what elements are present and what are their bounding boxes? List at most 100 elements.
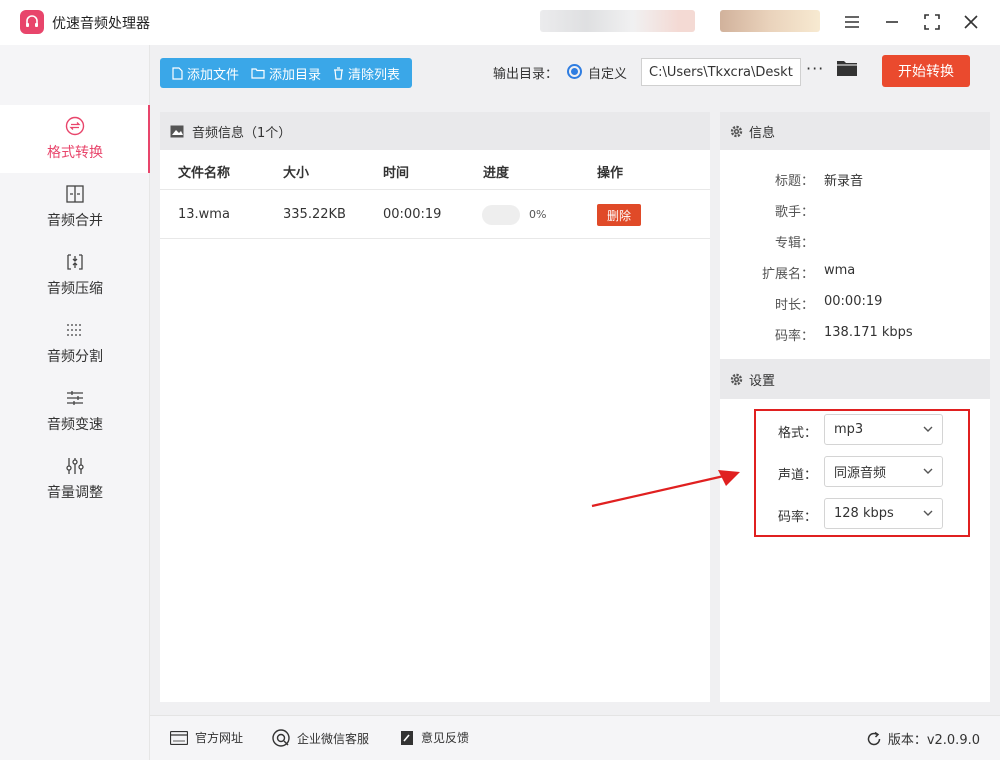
info-field-bitrate: 码率： 138.171 kbps [720, 325, 990, 345]
feedback-link[interactable]: 意见反馈 [400, 729, 469, 746]
table-header: 文件名称 大小 时间 进度 操作 [160, 150, 710, 190]
custom-output-radio[interactable] [567, 64, 582, 79]
sidebar-item-compress[interactable]: 音频压缩 [0, 241, 150, 309]
app-logo-icon [20, 10, 44, 34]
sidebar-item-label: 音频合并 [47, 213, 103, 229]
sidebar-item-format-convert[interactable]: 格式转换 [0, 105, 151, 173]
blurred-user-info [540, 10, 695, 32]
add-file-button[interactable]: 添加文件 [172, 64, 239, 83]
info-field-duration: 时长： 00:00:19 [720, 294, 990, 314]
convert-icon [65, 116, 85, 136]
sidebar-item-label: 格式转换 [47, 145, 103, 161]
column-header-action: 操作 [597, 166, 624, 181]
version-info: 版本：v2.0.9.0 [866, 729, 980, 748]
feedback-label: 意见反馈 [421, 731, 470, 745]
info-field-album: 专辑： [720, 232, 990, 252]
refresh-icon [867, 731, 881, 745]
file-size: 335.22KB [283, 207, 346, 222]
sidebar: 格式转换 音频合并 音频压缩 音频分割 音频变速 音量调整 [0, 45, 151, 760]
info-key: 歌手： [774, 205, 814, 220]
sidebar-item-speed[interactable]: 音频变速 [0, 377, 150, 445]
speed-icon [67, 391, 83, 405]
info-key: 码率： [774, 329, 814, 344]
file-toolbar: 添加文件 添加目录 清除列表 [160, 58, 413, 88]
official-website-link[interactable]: 官方网址 [170, 729, 243, 746]
website-label: 官方网址 [195, 731, 244, 745]
file-panel: 音频信息（1个） 文件名称 大小 时间 进度 操作 13.wma 335.22K… [160, 112, 710, 702]
column-header-progress: 进度 [483, 166, 510, 181]
file-panel-header: 音频信息（1个） [160, 112, 710, 150]
wechat-label: 企业微信客服 [297, 731, 370, 746]
info-title: 信息 [749, 125, 776, 141]
image-icon [170, 125, 184, 137]
info-header: 信息 [720, 112, 990, 150]
progress-percent: 0% [529, 208, 547, 221]
sidebar-item-label: 音量调整 [47, 485, 103, 501]
close-icon[interactable] [959, 10, 983, 34]
clear-list-label: 清除列表 [348, 67, 401, 83]
gear-icon [730, 125, 743, 137]
title-bar: 优速音频处理器 [0, 0, 1000, 45]
settings-header: 设置 [720, 359, 990, 399]
sidebar-item-label: 音频压缩 [47, 281, 103, 297]
app-title: 优速音频处理器 [52, 16, 150, 32]
settings-title: 设置 [749, 373, 776, 389]
info-key: 标题： [774, 174, 814, 189]
column-header-size: 大小 [283, 166, 310, 181]
info-field-title: 标题： 新录音 [720, 170, 990, 190]
volume-icon [66, 458, 84, 474]
output-path-input[interactable] [641, 58, 801, 86]
file-duration: 00:00:19 [383, 207, 442, 222]
settings-highlight-box [754, 409, 970, 537]
column-header-name: 文件名称 [178, 166, 231, 181]
add-folder-label: 添加目录 [269, 67, 322, 83]
clear-list-button[interactable]: 清除列表 [333, 64, 400, 83]
footer: 官方网址 企业微信客服 意见反馈 版本：v2.0.9.0 [150, 715, 1000, 760]
info-field-extension: 扩展名： wma [720, 263, 990, 283]
sidebar-item-merge[interactable]: 音频合并 [0, 173, 150, 241]
info-key: 时长： [774, 298, 814, 313]
progress-bar [482, 205, 520, 225]
split-icon [67, 324, 83, 336]
sidebar-item-volume[interactable]: 音量调整 [0, 445, 150, 513]
blurred-avatar [720, 10, 820, 32]
info-field-artist: 歌手： [720, 201, 990, 221]
output-dir-label: 输出目录： [493, 67, 559, 82]
column-header-time: 时间 [383, 166, 410, 181]
trash-icon [334, 66, 344, 80]
gear-icon [730, 373, 743, 385]
sidebar-item-label: 音频分割 [47, 349, 103, 365]
table-row[interactable]: 13.wma 335.22KB 00:00:19 0% 删除 [160, 191, 710, 239]
delete-button[interactable]: 删除 [597, 204, 641, 226]
main-area: 添加文件 添加目录 清除列表 输出目录： 自定义 ··· 开始转换 音频信息（1… [150, 45, 1000, 715]
minimize-icon[interactable] [880, 10, 904, 34]
info-value: 00:00:19 [824, 294, 883, 309]
open-folder-icon[interactable] [836, 59, 858, 81]
start-convert-button[interactable]: 开始转换 [882, 55, 970, 87]
version-label: 版本：v2.0.9.0 [887, 733, 980, 748]
file-icon [172, 66, 183, 80]
wechat-service-link[interactable]: 企业微信客服 [272, 729, 369, 747]
add-file-label: 添加文件 [187, 67, 240, 83]
browse-more-button[interactable]: ··· [806, 59, 824, 78]
folder-icon [251, 68, 265, 79]
info-value: wma [824, 263, 856, 278]
sidebar-item-split[interactable]: 音频分割 [0, 309, 150, 377]
info-value: 138.171 kbps [824, 325, 913, 340]
info-key: 专辑： [774, 236, 814, 251]
file-panel-title: 音频信息（1个） [192, 125, 292, 141]
annotation-arrow [591, 470, 740, 508]
feedback-icon [401, 730, 413, 745]
add-folder-button[interactable]: 添加目录 [251, 64, 321, 83]
website-icon [170, 730, 188, 745]
custom-output-label: 自定义 [588, 67, 628, 82]
file-name: 13.wma [178, 207, 230, 222]
menu-icon[interactable] [840, 10, 864, 34]
chat-icon [272, 729, 290, 747]
info-panel: 信息 标题： 新录音 歌手： 专辑： 扩展名： wma 时长： 00:00:19 码率… [720, 112, 990, 702]
info-value: 新录音 [824, 174, 864, 189]
info-key: 扩展名： [761, 267, 814, 282]
merge-icon [66, 185, 84, 203]
maximize-icon[interactable] [920, 10, 944, 34]
compress-icon [67, 254, 83, 270]
